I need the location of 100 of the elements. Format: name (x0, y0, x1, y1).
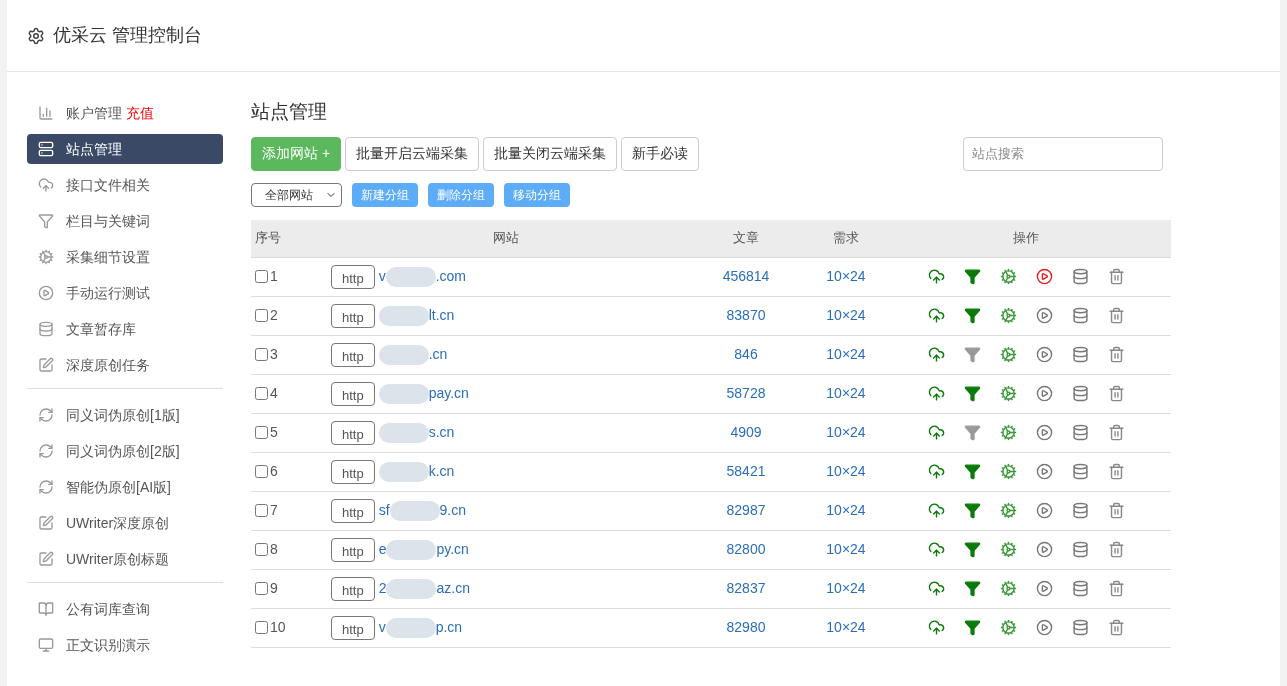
sidebar-item[interactable]: 采集细节设置 (27, 242, 223, 272)
site-search-field[interactable]: 站点搜索 (963, 136, 1163, 171)
sidebar-item[interactable]: 深度原创任务 (27, 350, 223, 380)
filter-icon[interactable] (963, 619, 981, 636)
play-icon[interactable] (1035, 385, 1053, 402)
filter-icon[interactable] (963, 268, 981, 285)
play-icon[interactable] (1035, 502, 1053, 519)
domain-link[interactable]: s.cn (428, 422, 455, 443)
gears-icon[interactable] (999, 541, 1017, 558)
row-checkbox[interactable] (255, 270, 268, 283)
play-icon[interactable] (1035, 268, 1053, 285)
domain-text[interactable]: sf (378, 500, 390, 521)
play-icon[interactable] (1035, 619, 1053, 636)
cloud-upload-icon[interactable] (927, 619, 945, 636)
trash-icon[interactable] (1107, 346, 1125, 363)
gears-icon[interactable] (999, 268, 1017, 285)
gears-icon[interactable] (999, 580, 1017, 597)
protocol-button[interactable]: http (331, 459, 375, 484)
recharge-link[interactable]: 充值 (126, 102, 154, 124)
filter-icon[interactable] (963, 424, 981, 441)
sidebar-item[interactable]: 智能伪原创[AI版] (27, 472, 223, 502)
trash-icon[interactable] (1107, 424, 1125, 441)
domain-link[interactable]: .cn (428, 344, 448, 365)
trash-icon[interactable] (1107, 502, 1125, 519)
row-checkbox[interactable] (255, 465, 268, 478)
filter-icon[interactable] (963, 502, 981, 519)
toolbar-button[interactable]: 新手必读 (621, 136, 700, 171)
sidebar-item[interactable]: 站点管理 (27, 134, 223, 164)
sidebar-item[interactable]: 接口文件相关 (27, 170, 223, 200)
protocol-button[interactable]: http (331, 303, 375, 328)
sidebar-item[interactable]: 同义词伪原创[1版] (27, 400, 223, 430)
database-icon[interactable] (1071, 541, 1089, 558)
play-icon[interactable] (1035, 346, 1053, 363)
database-icon[interactable] (1071, 268, 1089, 285)
gears-icon[interactable] (999, 463, 1017, 480)
database-icon[interactable] (1071, 307, 1089, 324)
cloud-upload-icon[interactable] (927, 268, 945, 285)
protocol-button[interactable]: http (331, 264, 375, 289)
sidebar-item[interactable]: UWriter深度原创 (27, 508, 223, 538)
gears-icon[interactable] (999, 502, 1017, 519)
sidebar-item[interactable]: 手动运行测试 (27, 278, 223, 308)
cloud-upload-icon[interactable] (927, 346, 945, 363)
row-checkbox[interactable] (255, 582, 268, 595)
protocol-button[interactable]: http (331, 615, 375, 640)
row-checkbox[interactable] (255, 387, 268, 400)
gears-icon[interactable] (999, 346, 1017, 363)
database-icon[interactable] (1071, 385, 1089, 402)
database-icon[interactable] (1071, 346, 1089, 363)
cloud-upload-icon[interactable] (927, 424, 945, 441)
trash-icon[interactable] (1107, 619, 1125, 636)
protocol-button[interactable]: http (331, 576, 375, 601)
domain-text[interactable]: e (378, 539, 387, 560)
play-icon[interactable] (1035, 463, 1053, 480)
trash-icon[interactable] (1107, 307, 1125, 324)
trash-icon[interactable] (1107, 541, 1125, 558)
domain-link[interactable]: k.cn (428, 461, 455, 482)
domain-link[interactable]: az.cn (436, 578, 470, 599)
trash-icon[interactable] (1107, 268, 1125, 285)
domain-link[interactable]: py.cn (436, 539, 469, 560)
cloud-upload-icon[interactable] (927, 502, 945, 519)
domain-link[interactable]: lt.cn (428, 305, 455, 326)
filter-icon[interactable] (963, 307, 981, 324)
domain-text[interactable]: 2 (378, 578, 387, 599)
sidebar-item[interactable]: 正文识别演示 (27, 630, 223, 660)
trash-icon[interactable] (1107, 580, 1125, 597)
database-icon[interactable] (1071, 502, 1089, 519)
toolbar-button[interactable]: 批量开启云端采集 (345, 136, 480, 171)
sidebar-item[interactable]: 栏目与关键词 (27, 206, 223, 236)
row-checkbox[interactable] (255, 504, 268, 517)
cloud-upload-icon[interactable] (927, 541, 945, 558)
gears-icon[interactable] (999, 424, 1017, 441)
domain-text[interactable]: v (378, 617, 386, 638)
row-checkbox[interactable] (255, 309, 268, 322)
row-checkbox[interactable] (255, 426, 268, 439)
cloud-upload-icon[interactable] (927, 385, 945, 402)
play-icon[interactable] (1035, 541, 1053, 558)
database-icon[interactable] (1071, 424, 1089, 441)
cloud-upload-icon[interactable] (927, 307, 945, 324)
gears-icon[interactable] (999, 385, 1017, 402)
play-icon[interactable] (1035, 580, 1053, 597)
sidebar-item[interactable]: 同义词伪原创[2版] (27, 436, 223, 466)
domain-link[interactable]: pay.cn (428, 383, 469, 404)
filter-icon[interactable] (963, 346, 981, 363)
group-select[interactable]: 全部网站 (251, 182, 342, 207)
filter-icon[interactable] (963, 463, 981, 480)
row-checkbox[interactable] (255, 543, 268, 556)
trash-icon[interactable] (1107, 385, 1125, 402)
protocol-button[interactable]: http (331, 537, 375, 562)
row-checkbox[interactable] (255, 348, 268, 361)
filter-icon[interactable] (963, 385, 981, 402)
gears-icon[interactable] (999, 307, 1017, 324)
database-icon[interactable] (1071, 463, 1089, 480)
protocol-button[interactable]: http (331, 420, 375, 445)
play-icon[interactable] (1035, 424, 1053, 441)
domain-link[interactable]: 9.cn (439, 500, 467, 521)
toolbar-button[interactable]: 批量关闭云端采集 (483, 136, 618, 171)
filter-icon[interactable] (963, 541, 981, 558)
trash-icon[interactable] (1107, 463, 1125, 480)
sidebar-item[interactable]: 公有词库查询 (27, 594, 223, 624)
row-checkbox[interactable] (255, 621, 268, 634)
